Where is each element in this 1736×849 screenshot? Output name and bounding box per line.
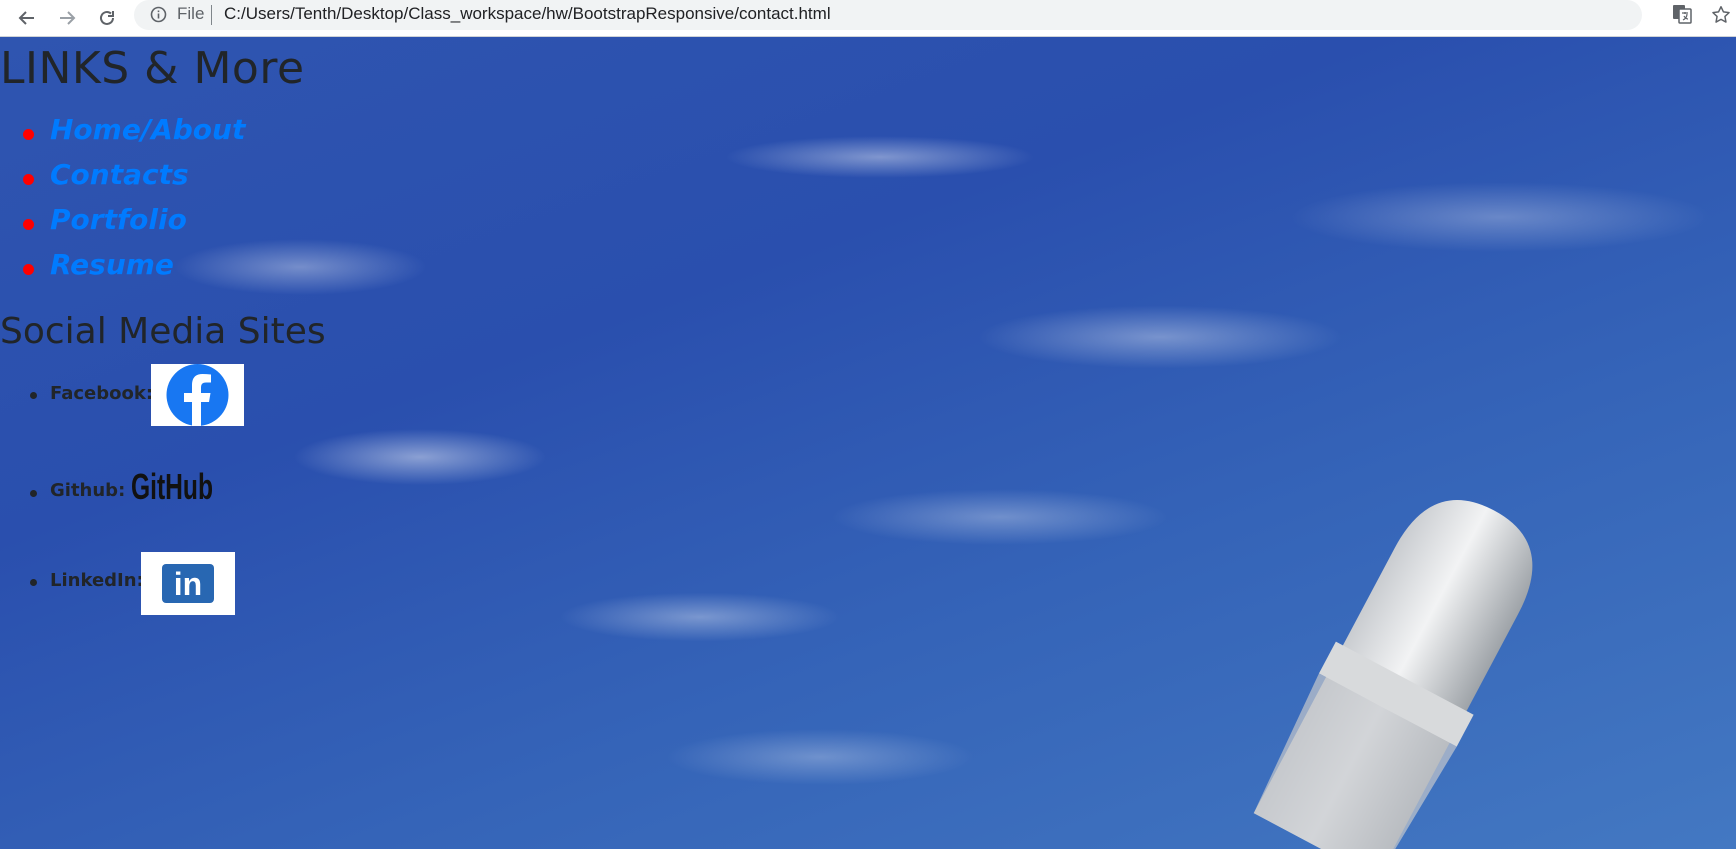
linkedin-label: LinkedIn: <box>50 570 144 591</box>
github-logo-icon: GitHub <box>131 466 213 507</box>
list-bullet <box>23 174 34 185</box>
rocket-image <box>1253 500 1533 849</box>
resume-link[interactable]: Resume <box>50 248 174 281</box>
list-bullet <box>30 392 37 399</box>
back-button[interactable] <box>12 3 42 33</box>
list-bullet <box>30 490 37 497</box>
browser-toolbar: File C:/Users/Tenth/Desktop/Class_worksp… <box>0 0 1736 37</box>
star-icon[interactable] <box>1710 4 1732 26</box>
page-viewport: LINKS & More Home/About Contacts Portfol… <box>0 37 1736 849</box>
scheme-label: File <box>177 4 205 23</box>
facebook-label: Facebook: <box>50 383 154 404</box>
reload-icon <box>100 10 114 25</box>
url-text[interactable]: C:/Users/Tenth/Desktop/Class_workspace/h… <box>224 4 831 24</box>
list-bullet <box>23 129 34 140</box>
github-link[interactable]: GitHub <box>131 466 213 507</box>
linkedin-logo-text: in <box>174 566 202 602</box>
facebook-logo-icon <box>166 364 229 426</box>
back-icon <box>18 11 34 25</box>
social-media-heading: Social Media Sites <box>0 311 326 352</box>
forward-icon <box>60 11 76 25</box>
list-bullet <box>23 264 34 275</box>
facebook-link[interactable] <box>151 364 244 426</box>
list-bullet <box>30 579 37 586</box>
github-label: Github: <box>50 480 126 501</box>
contacts-link[interactable]: Contacts <box>50 158 189 191</box>
translate-icon[interactable] <box>1672 4 1692 24</box>
reload-button[interactable] <box>92 3 122 33</box>
address-separator <box>211 5 212 25</box>
home-about-link[interactable]: Home/About <box>50 113 245 146</box>
linkedin-logo-icon: in <box>162 564 214 603</box>
github-logo-text: GitHub <box>131 467 213 505</box>
list-bullet <box>23 219 34 230</box>
portfolio-link[interactable]: Portfolio <box>50 203 187 236</box>
page-title: LINKS & More <box>0 43 305 94</box>
forward-button[interactable] <box>52 3 82 33</box>
info-icon[interactable] <box>150 6 167 23</box>
linkedin-link[interactable]: in <box>141 552 235 615</box>
